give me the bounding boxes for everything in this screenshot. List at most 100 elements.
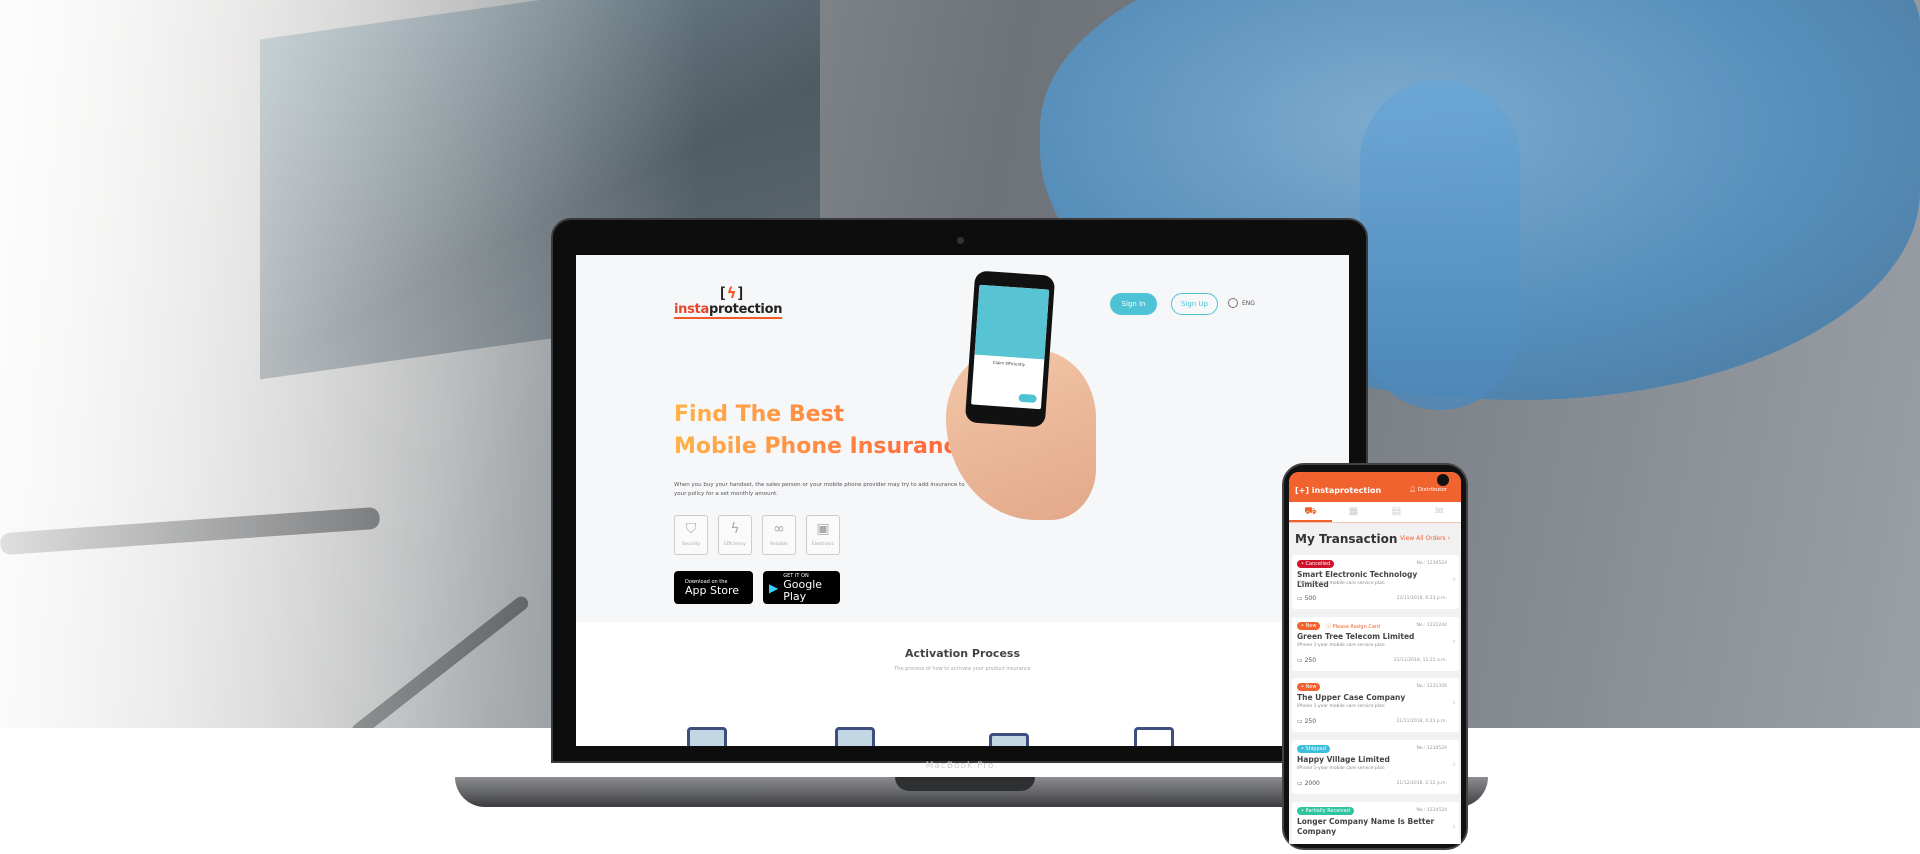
glove-finger: [1360, 80, 1520, 410]
distributor-button[interactable]: 👤︎ Distributor: [1409, 487, 1447, 493]
feature-efficiency: ϟ Efficiency: [718, 515, 752, 555]
laptop-camera: [957, 237, 964, 244]
status-badge: • Partially Received: [1297, 807, 1354, 815]
feature-label: Electronic: [811, 542, 835, 547]
transaction-title: My Transaction: [1295, 532, 1398, 546]
chevron-right-icon: ›: [1452, 822, 1456, 832]
order-card[interactable]: • Partially Received No.: 1234524 Longer…: [1292, 802, 1459, 844]
amount-value: 500: [1304, 595, 1317, 602]
google-play-button[interactable]: ▶ GET IT ON Google Play: [763, 571, 840, 604]
feature-label: Efficiency: [724, 542, 746, 547]
truck-icon[interactable]: ⛟: [1289, 502, 1332, 522]
hero-section: [ϟ] instaprotection Sign In Sign Up ENG …: [576, 255, 1349, 622]
company-name: Smart Electronic Technology Limited: [1297, 570, 1418, 589]
app-store-big: App Store: [685, 583, 740, 597]
activation-subtitle: The process of how to activate your prod…: [894, 666, 1031, 672]
document-icon[interactable]: ▤: [1375, 502, 1418, 522]
order-card[interactable]: • New ⓘ Please Assign Card No.: 1231244 …: [1292, 617, 1459, 671]
plan-name: iPhone 1-year mobile care service plan: [1297, 581, 1385, 586]
status-badge: • New: [1297, 683, 1321, 691]
order-date: 21/11/2018, 4:21 p.m.: [1396, 719, 1447, 724]
status-badge: • Shipped: [1297, 745, 1330, 753]
hand-phone-title: Claim Efficiently: [992, 359, 1026, 368]
view-all-orders-link[interactable]: View All Orders ›: [1400, 535, 1450, 542]
order-number: No.: 1234524: [1416, 808, 1447, 813]
device-icon: ▣: [816, 521, 830, 537]
logo-text-b: protection: [708, 302, 783, 317]
company-name: Happy Village Limited: [1297, 755, 1390, 764]
company-name: Longer Company Name Is Better Company: [1297, 817, 1435, 836]
amount: ▭ 2000: [1297, 780, 1320, 787]
order-card[interactable]: • New No.: 1231356 The Upper Case Compan…: [1292, 678, 1459, 732]
amount-value: 2000: [1304, 780, 1320, 787]
order-number: No.: 1231356: [1416, 684, 1447, 689]
hero-title-line2: Mobile Phone Insurance: [674, 434, 972, 459]
circles-icon: ∞: [773, 521, 785, 537]
globe-icon: [1228, 298, 1238, 308]
play-icon: ▶: [769, 580, 779, 595]
order-number: No.: 1231244: [1416, 623, 1447, 628]
chevron-right-icon: ›: [1452, 637, 1456, 647]
box-icon[interactable]: ▦: [1332, 502, 1375, 522]
chevron-right-icon: ›: [1452, 698, 1456, 708]
start-button: [1018, 393, 1037, 403]
order-date: 23/11/2018, 11:21 a.m.: [1393, 658, 1447, 663]
plan-name: iPhone 1-year mobile care service plan: [1297, 643, 1385, 648]
hero-title: Find The Best Mobile Phone Insurance: [674, 399, 971, 463]
card-icon: ▭: [1297, 780, 1305, 787]
shield-icon: ⛉: [685, 521, 697, 537]
hero-description: When you buy your handset, the sales per…: [674, 482, 965, 497]
step-1-phone-icon: [687, 727, 727, 746]
language-label: ENG: [1242, 299, 1255, 307]
feature-label: Reliable: [770, 542, 788, 547]
feature-security: ⛉ Security: [674, 515, 708, 555]
amount: ▭ 250: [1297, 718, 1316, 725]
phone-header: [+] instaprotection 👤︎ Distributor: [1289, 472, 1461, 502]
google-play-big: Google Play: [783, 577, 823, 603]
hand-phone-screen: Claim Efficiently: [971, 284, 1050, 410]
user-icon: 👤︎: [1409, 487, 1418, 493]
company-name: The Upper Case Company: [1297, 693, 1406, 702]
language-selector[interactable]: ENG: [1228, 298, 1255, 308]
lightning-shield-icon: ϟ: [730, 521, 740, 537]
amount: ▭ 500: [1297, 595, 1316, 602]
illustration: [974, 284, 1050, 360]
order-card[interactable]: • Shipped No.: 1234524 Happy Village Lim…: [1292, 740, 1459, 794]
amount-value: 250: [1304, 718, 1317, 725]
logo-bracket-icon: [ϟ]: [718, 284, 746, 302]
chevron-right-icon: ›: [1452, 575, 1456, 585]
card-icon: ▭: [1297, 657, 1305, 664]
step-2-phone-icon: [835, 727, 875, 746]
feature-electronic: ▣ Electronic: [806, 515, 840, 555]
activation-section: Activation Process The process of how to…: [576, 622, 1349, 746]
card-icon: ▭: [1297, 718, 1305, 725]
phone-logo: [+] instaprotection: [1295, 486, 1382, 495]
laptop-brand: MacBook Pro: [925, 761, 995, 771]
status-badge: • New: [1297, 622, 1321, 630]
distributor-label: Distributor: [1417, 487, 1448, 493]
amount-value: 250: [1304, 657, 1317, 664]
app-store-button[interactable]: Download on the App Store: [674, 571, 753, 604]
activation-title: Activation Process: [904, 647, 1021, 660]
sign-in-button[interactable]: Sign In: [1110, 293, 1157, 315]
phone-screen: [+] instaprotection 👤︎ Distributor ⛟ ▦ ▤…: [1289, 472, 1461, 844]
hand-phone: Claim Efficiently: [964, 270, 1056, 428]
phone-camera: [1437, 474, 1449, 486]
step-3-phone-icon: [989, 733, 1029, 746]
feature-reliable: ∞ Reliable: [762, 515, 796, 555]
amount: ▭ 250: [1297, 657, 1316, 664]
logo-text-a: insta: [674, 302, 709, 317]
sign-up-button[interactable]: Sign Up: [1171, 293, 1218, 315]
order-date: 21/12/2018, 2:12 p.m.: [1396, 781, 1447, 786]
hero-title-line1: Find The Best: [674, 402, 845, 427]
status-badge: • Cancelled: [1297, 560, 1335, 568]
order-date: 22/11/2018, 6:23 p.m.: [1396, 596, 1447, 601]
plan-name: iPhone 1-year mobile care service plan: [1297, 766, 1385, 771]
order-card[interactable]: • Cancelled No.: 1234524 Smart Electroni…: [1292, 555, 1459, 609]
order-number: No.: 1234524: [1416, 561, 1447, 566]
plan-name: iPhone 1-year mobile care service plan: [1297, 704, 1385, 709]
mail-icon[interactable]: ✉: [1418, 502, 1461, 522]
instaprotection-logo[interactable]: [ϟ] instaprotection: [674, 284, 789, 324]
laptop-notch: [895, 777, 1035, 791]
laptop-screen: [ϟ] instaprotection Sign In Sign Up ENG …: [576, 255, 1349, 746]
